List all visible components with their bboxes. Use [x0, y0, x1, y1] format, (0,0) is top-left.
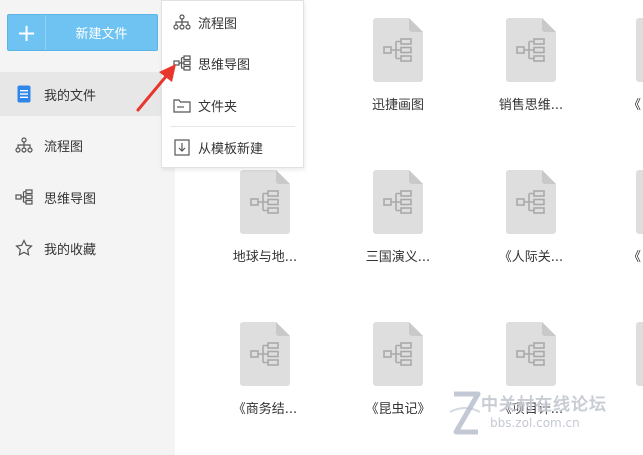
- mindmap-icon: [15, 188, 33, 206]
- file-name: 销售思维...: [498, 98, 564, 113]
- sidebar-item-label: 思维导图: [44, 191, 97, 207]
- template-icon: [173, 138, 191, 156]
- file-item[interactable]: 销售思维...: [476, 18, 586, 128]
- partial-file-name: 《: [628, 250, 642, 265]
- mindmap-file-icon: [240, 170, 290, 234]
- partial-file-icon[interactable]: [636, 18, 643, 82]
- file-item[interactable]: 《昆虫记》: [343, 322, 453, 432]
- new-file-button[interactable]: + 新建文件: [7, 14, 158, 51]
- menu-item-label: 流程图: [198, 16, 238, 32]
- sidebar-item-flowchart[interactable]: 流程图: [0, 123, 175, 167]
- partial-file-icon[interactable]: [636, 322, 643, 386]
- file-name: 《商务结...: [232, 402, 298, 417]
- partial-file-name: 《: [628, 98, 642, 113]
- menu-item-flowchart[interactable]: 流程图: [162, 2, 303, 42]
- menu-item-folder[interactable]: 文件夹: [162, 85, 303, 125]
- flowchart-icon: [15, 136, 33, 154]
- mindmap-file-icon: [373, 170, 423, 234]
- menu-item-from-template[interactable]: 从模板新建: [162, 127, 303, 167]
- menu-item-label: 思维导图: [198, 57, 251, 73]
- plus-icon: +: [8, 15, 46, 50]
- mindmap-file-icon: [506, 170, 556, 234]
- file-item[interactable]: 三国演义...: [343, 170, 453, 280]
- document-icon: [15, 85, 33, 103]
- file-item[interactable]: 《人际关...: [476, 170, 586, 280]
- sidebar-item-mindmap[interactable]: 思维导图: [0, 175, 175, 219]
- star-icon: [15, 239, 33, 257]
- file-item[interactable]: 地球与地...: [210, 170, 320, 280]
- watermark-title: 中关村在线论坛: [481, 395, 607, 415]
- partial-file-icon[interactable]: [636, 170, 643, 234]
- annotation-arrow-icon: [136, 64, 176, 112]
- file-name: 《人际关...: [498, 250, 564, 265]
- menu-item-label: 文件夹: [198, 99, 238, 115]
- sidebar-item-label: 流程图: [44, 139, 84, 155]
- sidebar-item-label: 我的文件: [44, 88, 97, 104]
- mindmap-file-icon: [506, 18, 556, 82]
- file-name: 迅捷画图: [371, 98, 424, 113]
- watermark-logo-icon: [449, 391, 481, 435]
- file-name: 《昆虫记》: [365, 402, 431, 417]
- mindmap-file-icon: [240, 322, 290, 386]
- menu-item-mindmap[interactable]: 思维导图: [162, 43, 303, 83]
- mindmap-file-icon: [373, 18, 423, 82]
- sidebar-item-favorites[interactable]: 我的收藏: [0, 226, 175, 270]
- file-item[interactable]: 《商务结...: [210, 322, 320, 432]
- flowchart-icon: [173, 13, 191, 31]
- mindmap-file-icon: [506, 322, 556, 386]
- menu-item-label: 从模板新建: [198, 141, 264, 157]
- mindmap-file-icon: [373, 322, 423, 386]
- sidebar-item-label: 我的收藏: [44, 242, 97, 258]
- watermark-url: bbs.zol.com.cn: [490, 416, 580, 430]
- file-name: 地球与地...: [232, 250, 298, 265]
- new-file-menu: 流程图 思维导图 文件夹 从模板新建: [161, 0, 304, 168]
- file-name: 三国演义...: [365, 250, 431, 265]
- file-item[interactable]: 迅捷画图: [343, 18, 453, 128]
- new-file-label: 新建文件: [75, 27, 128, 42]
